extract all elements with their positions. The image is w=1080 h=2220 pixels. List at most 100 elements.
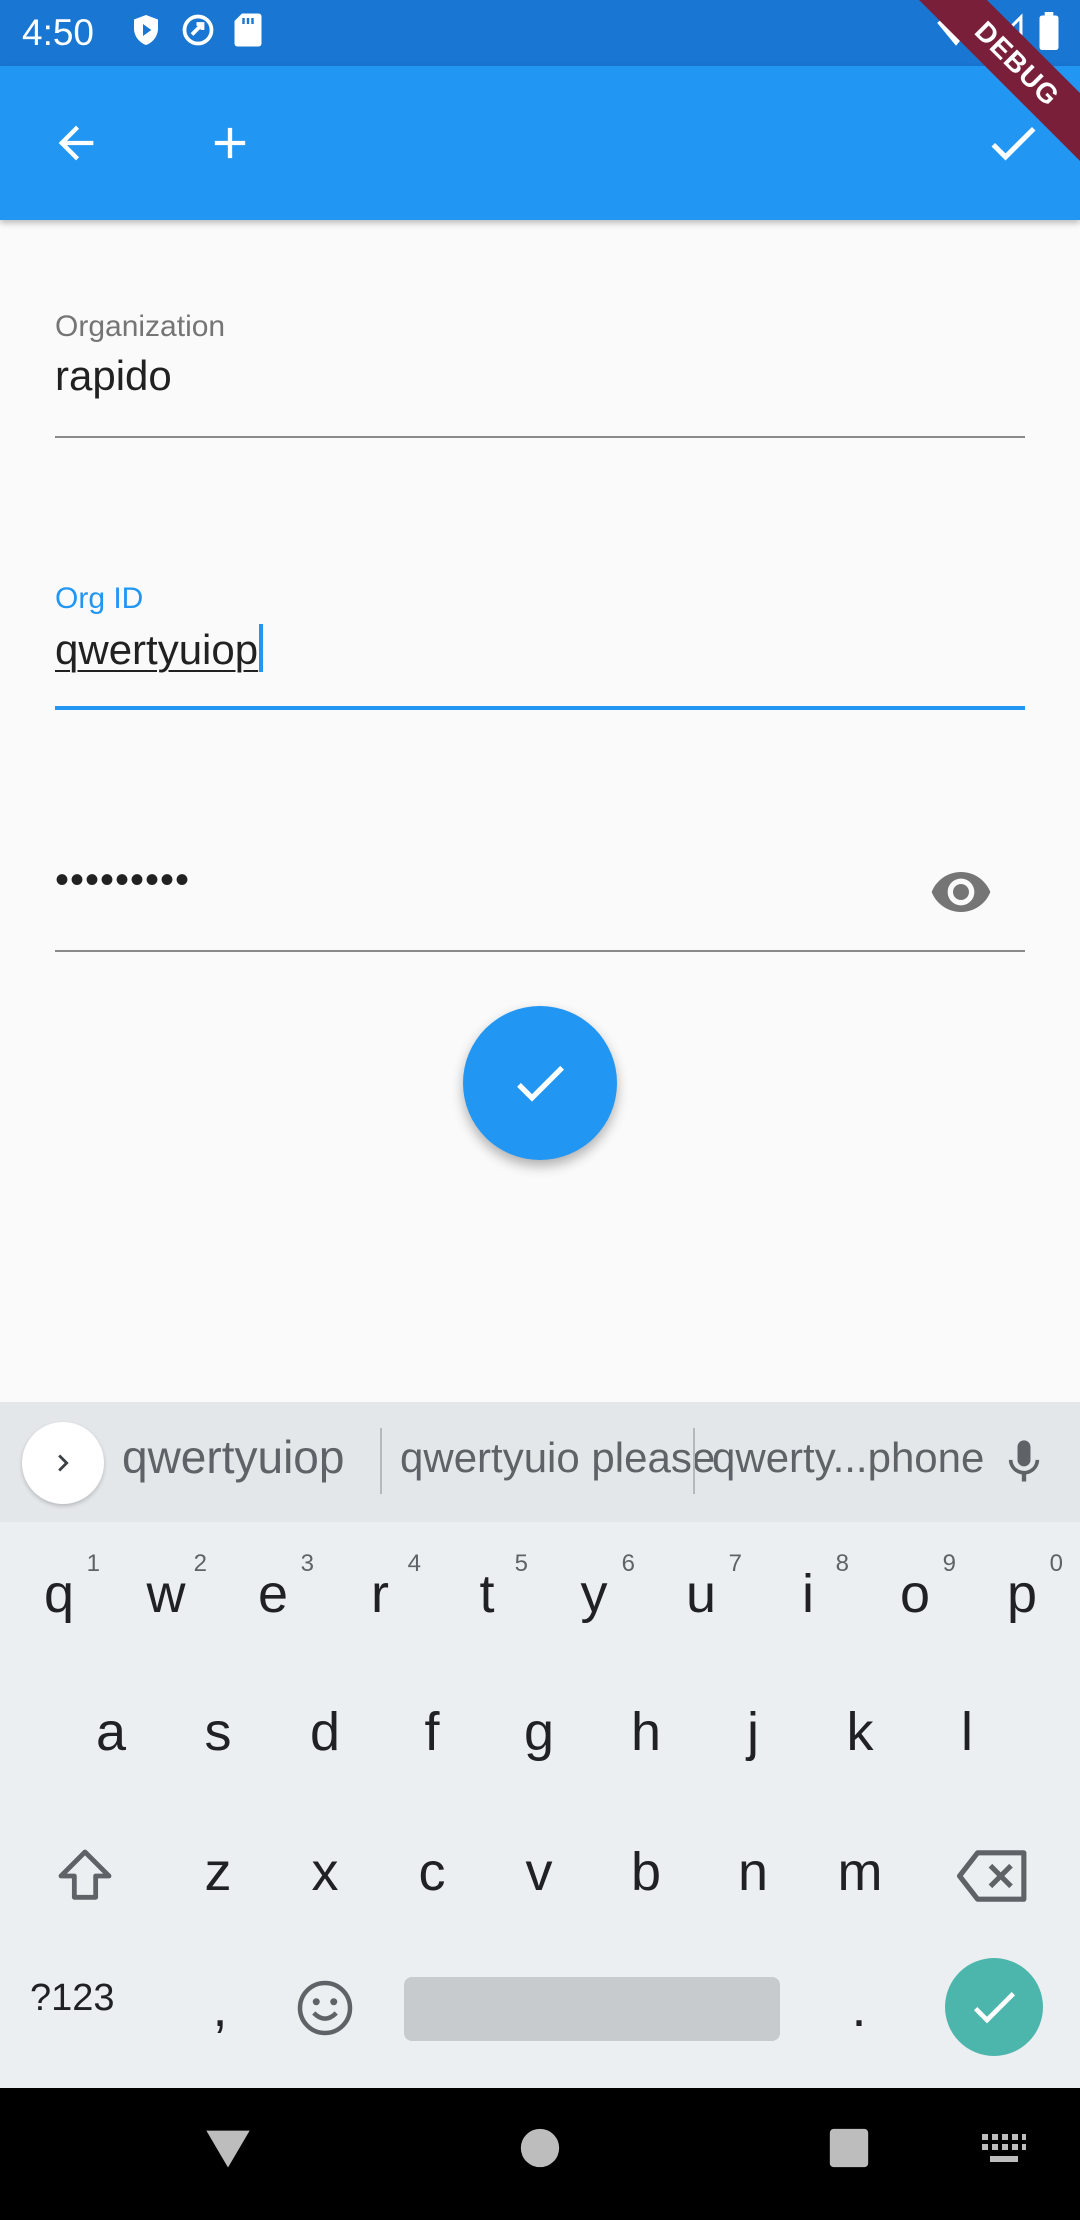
suggestion-3[interactable]: qwerty...phone (712, 1434, 984, 1482)
key-z[interactable]: z (173, 1822, 263, 1922)
symbols-key[interactable]: ?123 (30, 1977, 115, 2020)
status-time: 4:50 (22, 12, 95, 53)
key-label: q (43, 1564, 75, 1624)
key-number-hint: 3 (300, 1550, 314, 1577)
organization-underline (55, 436, 1025, 438)
expand-suggestions-button[interactable] (22, 1422, 104, 1504)
password-value: ••••••••• (55, 858, 191, 902)
key-label: o (899, 1564, 931, 1624)
key-l[interactable]: l (922, 1682, 1012, 1782)
key-v[interactable]: v (494, 1822, 584, 1922)
key-label: u (685, 1564, 717, 1624)
key-label: w (146, 1564, 186, 1624)
chevron-right-icon (58, 1454, 69, 1472)
key-number-hint: 2 (193, 1550, 207, 1577)
space-key[interactable] (404, 1977, 780, 2041)
key-j[interactable]: j (708, 1682, 798, 1782)
key-i[interactable]: i8 (763, 1544, 853, 1644)
keyboard-switch-button[interactable] (980, 2132, 1028, 2168)
org-id-value: qwertyuiop (55, 626, 259, 673)
key-number-hint: 6 (621, 1550, 635, 1577)
check-icon (517, 1065, 564, 1102)
key-number-hint: 1 (86, 1550, 100, 1577)
shift-icon (58, 1849, 112, 1900)
comma-key[interactable]: , (175, 1958, 265, 2058)
organization-value: rapido (55, 352, 172, 399)
key-w[interactable]: w2 (121, 1544, 211, 1644)
home-circle-icon (520, 2128, 560, 2168)
shield-play-icon (128, 12, 164, 48)
key-label: i (802, 1564, 814, 1624)
suggestion-divider (693, 1428, 695, 1494)
key-e[interactable]: e3 (228, 1544, 318, 1644)
recents-nav-button[interactable] (826, 2122, 872, 2174)
key-s[interactable]: s (173, 1682, 263, 1782)
key-number-hint: 4 (407, 1550, 421, 1577)
organization-field[interactable]: Organization rapido (55, 300, 1025, 440)
key-number-hint: 7 (728, 1550, 742, 1577)
soft-keyboard: qwertyuiop qwertyuio please qwerty...pho… (0, 1402, 1080, 2088)
key-label: t (479, 1564, 495, 1624)
shift-key[interactable] (40, 1826, 130, 1926)
arrow-back-icon (58, 125, 94, 161)
key-number-hint: 9 (942, 1550, 956, 1577)
key-p[interactable]: p0 (977, 1544, 1067, 1644)
password-field[interactable]: ••••••••• (55, 840, 1025, 954)
enter-key[interactable] (945, 1958, 1043, 2056)
suggestion-2[interactable]: qwertyuio please (400, 1434, 715, 1482)
key-u[interactable]: u7 (656, 1544, 746, 1644)
emoji-key[interactable] (280, 1958, 370, 2058)
key-x[interactable]: x (280, 1822, 370, 1922)
backspace-key[interactable] (948, 1826, 1038, 1926)
plus-icon (214, 127, 246, 159)
navigation-bar (0, 2088, 1080, 2220)
org-id-field[interactable]: Org ID qwertyuiop (55, 572, 1025, 712)
app-bar (0, 66, 1080, 220)
status-bar: 4:50 (0, 0, 1080, 66)
status-icons-left (128, 12, 264, 48)
eye-icon[interactable] (929, 860, 993, 929)
key-q[interactable]: q1 (14, 1544, 104, 1644)
key-m[interactable]: m (815, 1822, 905, 1922)
sd-card-icon (232, 12, 264, 48)
suggestion-1[interactable]: qwertyuiop (122, 1430, 344, 1484)
check-icon (991, 126, 1036, 161)
add-button[interactable] (192, 105, 268, 181)
key-g[interactable]: g (494, 1682, 584, 1782)
sync-circle-icon (180, 12, 216, 48)
text-cursor (259, 624, 264, 672)
password-underline (55, 950, 1025, 952)
keyboard-icon (982, 2134, 1026, 2162)
check-icon (973, 1992, 1015, 2024)
back-button[interactable] (38, 105, 114, 181)
key-label: e (257, 1564, 289, 1624)
key-h[interactable]: h (601, 1682, 691, 1782)
key-number-hint: 8 (835, 1550, 849, 1577)
key-c[interactable]: c (387, 1822, 477, 1922)
org-id-underline (55, 706, 1025, 710)
recents-square-icon (829, 2128, 869, 2168)
key-r[interactable]: r4 (335, 1544, 425, 1644)
org-id-label: Org ID (55, 582, 144, 615)
key-a[interactable]: a (66, 1682, 156, 1782)
back-nav-button[interactable] (202, 2122, 254, 2174)
period-key[interactable]: . (814, 1958, 904, 2058)
key-d[interactable]: d (280, 1682, 370, 1782)
key-t[interactable]: t5 (442, 1544, 532, 1644)
key-b[interactable]: b (601, 1822, 691, 1922)
key-k[interactable]: k (815, 1682, 905, 1782)
key-number-hint: 5 (514, 1550, 528, 1577)
key-number-hint: 0 (1049, 1550, 1063, 1577)
key-f[interactable]: f (387, 1682, 477, 1782)
org-id-value-wrap: qwertyuiop (55, 624, 264, 674)
emoji-icon (297, 1980, 353, 2036)
microphone-icon[interactable] (998, 1434, 1050, 1495)
key-label: p (1006, 1564, 1038, 1624)
back-triangle-icon (206, 2130, 250, 2168)
key-o[interactable]: o9 (870, 1544, 960, 1644)
home-nav-button[interactable] (517, 2122, 563, 2174)
submit-fab[interactable] (463, 1006, 617, 1160)
key-y[interactable]: y6 (549, 1544, 639, 1644)
key-n[interactable]: n (708, 1822, 798, 1922)
battery-icon (1038, 12, 1060, 50)
